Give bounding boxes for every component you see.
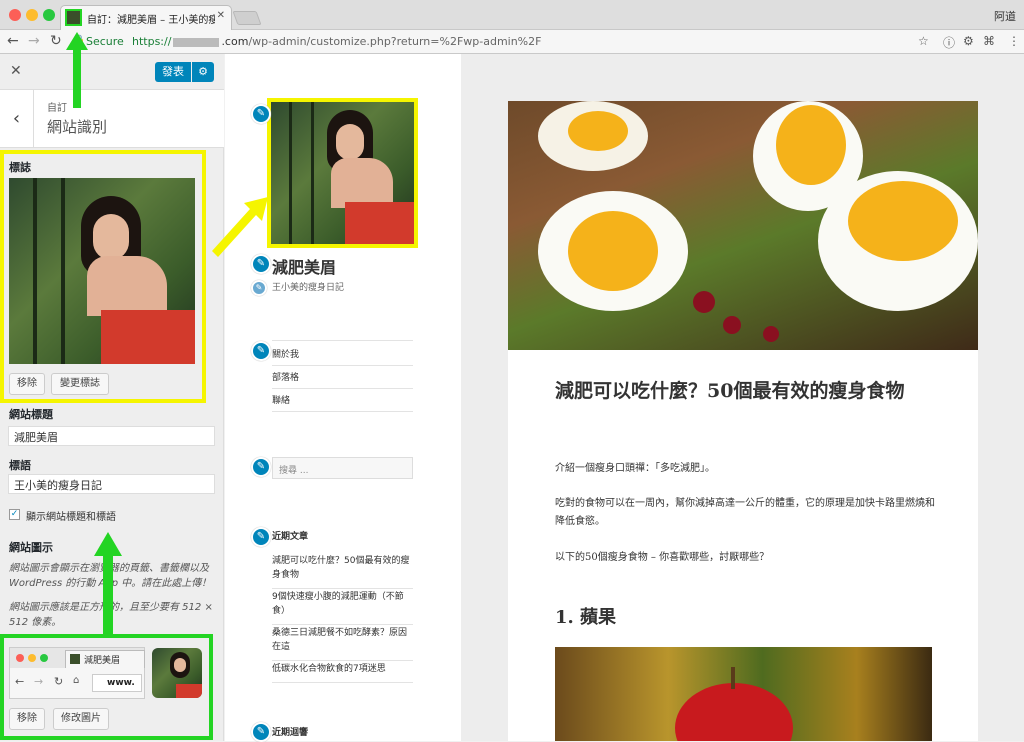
menu-item-blog[interactable]: 部落格 — [272, 365, 413, 389]
tagline-input[interactable]: 王小美的瘦身日記 — [8, 474, 215, 494]
site-icon-image — [152, 648, 202, 698]
logo-label: 標誌 — [9, 161, 31, 174]
url-domain: .com — [221, 35, 249, 48]
remove-site-icon-button[interactable]: 移除 — [9, 708, 45, 730]
tab-close-icon[interactable]: ✕ — [217, 10, 225, 21]
post-paragraph-2: 吃對的食物可以在一周內，幫你減掉高達一公斤的體重，它的原理是加快卡路里燃燒和降低… — [555, 498, 935, 527]
tab-favicon-arrow — [66, 32, 88, 108]
apple-image — [555, 647, 932, 741]
logo-preview-arrow — [212, 197, 268, 257]
featured-image — [508, 101, 978, 350]
site-title-label: 網站標題 — [9, 408, 53, 421]
back-arrow-icon[interactable]: ← — [7, 33, 19, 49]
publish-settings-gear-icon[interactable]: ⚙ — [192, 62, 214, 82]
edit-recent-comments-pencil-icon[interactable]: ✎ — [251, 722, 271, 742]
profile-name[interactable]: 阿道 — [994, 8, 1016, 24]
post-content: 減肥可以吃什麼？50個最有效的瘦身食物 介紹一個瘦身口頭禪：「多吃減肥」。 吃對… — [508, 101, 978, 741]
recent-post-3[interactable]: 桑德三日減肥餐不如吃酵素？原因在這 — [272, 626, 413, 661]
back-chevron-icon[interactable]: ‹ — [0, 90, 34, 148]
icon-preview-url: www. — [107, 678, 135, 688]
edit-menu-pencil-icon[interactable]: ✎ — [251, 341, 271, 361]
display-title-checkbox-label: 顯示網站標題和標語 — [26, 512, 116, 523]
menu-top-border — [272, 340, 413, 341]
site-icon-browser-preview: 減肥美眉 ← → ↻ ⌂ www. — [9, 647, 145, 699]
icon-preview-reload-icon: ↻ — [54, 675, 64, 688]
forward-arrow-icon[interactable]: → — [28, 33, 40, 49]
zoom-window-button[interactable] — [43, 9, 55, 21]
bookmark-star-icon[interactable]: ☆ — [918, 34, 929, 48]
tab-favicon — [65, 9, 82, 26]
publish-button[interactable]: 發表 — [155, 62, 191, 82]
post-paragraph-3: 以下的50個瘦身食物 – 你喜歡哪些，討厭哪些？ — [555, 552, 770, 563]
menu-icon[interactable]: ⋮ — [1008, 34, 1020, 48]
preview-site-title: 減肥美眉 — [272, 258, 337, 277]
change-logo-button[interactable]: 變更標誌 — [51, 373, 109, 395]
edit-recent-posts-pencil-icon[interactable]: ✎ — [251, 527, 271, 547]
extension-icon[interactable]: ⚙ — [963, 34, 974, 48]
post-title: 減肥可以吃什麼？50個最有效的瘦身食物 — [555, 380, 905, 402]
site-title-input[interactable]: 減肥美眉 — [8, 426, 215, 446]
icon-preview-home-icon: ⌂ — [73, 675, 80, 686]
menu-item-about[interactable]: 關於我 — [272, 342, 413, 366]
search-input[interactable]: 搜尋 ... — [272, 457, 413, 479]
preview-tagline: 王小美的瘦身日記 — [272, 283, 345, 293]
edit-search-pencil-icon[interactable]: ✎ — [251, 457, 271, 477]
menu-item-contact[interactable]: 聯絡 — [272, 388, 413, 412]
icon-preview-tab-title: 減肥美眉 — [84, 656, 121, 666]
display-title-checkbox[interactable]: ✓ — [9, 509, 20, 520]
section-header: ‹ 自訂 網站識別 — [0, 90, 224, 148]
close-customizer-icon[interactable]: ✕ — [10, 63, 22, 79]
translate-icon[interactable]: ⌘ — [983, 34, 995, 48]
change-site-icon-button[interactable]: 修改圖片 — [53, 708, 109, 730]
close-window-button[interactable] — [9, 9, 21, 21]
preview-logo-image[interactable] — [271, 102, 414, 244]
remove-logo-button[interactable]: 移除 — [9, 373, 45, 395]
reload-icon[interactable]: ↻ — [50, 33, 62, 49]
tab-title: 自訂：減肥美眉 – 王小美的瘦身 — [87, 15, 215, 26]
url-prefix: https:// — [132, 35, 172, 48]
site-preview: ✎ ✎ 減肥美眉 ✎ 王小美的瘦身日記 ✎ 關於我 部落格 聯絡 ✎ 搜尋 ..… — [225, 54, 1024, 742]
minimize-window-button[interactable] — [26, 9, 38, 21]
post-heading-apple: 1. 蘋果 — [555, 607, 617, 628]
tagline-label: 標語 — [9, 459, 31, 472]
post-paragraph-1: 介紹一個瘦身口頭禪：「多吃減肥」。 — [555, 463, 715, 474]
url-path: /wp-admin/customize.php?return=%2Fwp-adm… — [248, 35, 542, 48]
site-icon-label: 網站圖示 — [9, 541, 53, 554]
recent-comments-title: 近期迴響 — [272, 728, 309, 738]
info-icon[interactable]: ⓘ — [943, 34, 955, 51]
recent-post-4[interactable]: 低碳水化合物飲食的7項迷思 — [272, 662, 413, 683]
browser-tabstrip: 自訂：減肥美眉 – 王小美的瘦身 ✕ 阿道 — [0, 0, 1024, 30]
address-bar: ← → ↻ 🔒 Secure https://.com/wp-admin/cus… — [0, 30, 1024, 54]
url-field[interactable]: https:// .com/wp-admin/customize.php?retu… — [132, 35, 541, 48]
recent-post-1[interactable]: 減肥可以吃什麼？50個最有效的瘦身食物 — [272, 554, 413, 589]
active-tab[interactable]: 自訂：減肥美眉 – 王小美的瘦身 ✕ — [60, 5, 232, 30]
icon-preview-favicon — [70, 654, 80, 664]
icon-preview-back-icon: ← — [15, 675, 25, 688]
url-redacted — [173, 37, 220, 47]
customizer-header: ✕ 發表 ⚙ — [0, 54, 224, 90]
edit-logo-pencil-icon[interactable]: ✎ — [251, 104, 271, 124]
recent-post-2[interactable]: 9個快速瘦小腹的減肥運動（不節食） — [272, 590, 413, 625]
preview-sidebar: ✎ ✎ 減肥美眉 ✎ 王小美的瘦身日記 ✎ 關於我 部落格 聯絡 ✎ 搜尋 ..… — [225, 54, 461, 742]
new-tab-button[interactable] — [232, 11, 262, 25]
recent-posts-title: 近期文章 — [272, 532, 309, 542]
logo-image — [9, 178, 195, 364]
site-icon-arrow — [94, 532, 122, 638]
section-title: 網站識別 — [47, 118, 108, 136]
edit-tagline-pencil-icon[interactable]: ✎ — [251, 280, 267, 296]
icon-preview-forward-icon: → — [34, 675, 44, 688]
